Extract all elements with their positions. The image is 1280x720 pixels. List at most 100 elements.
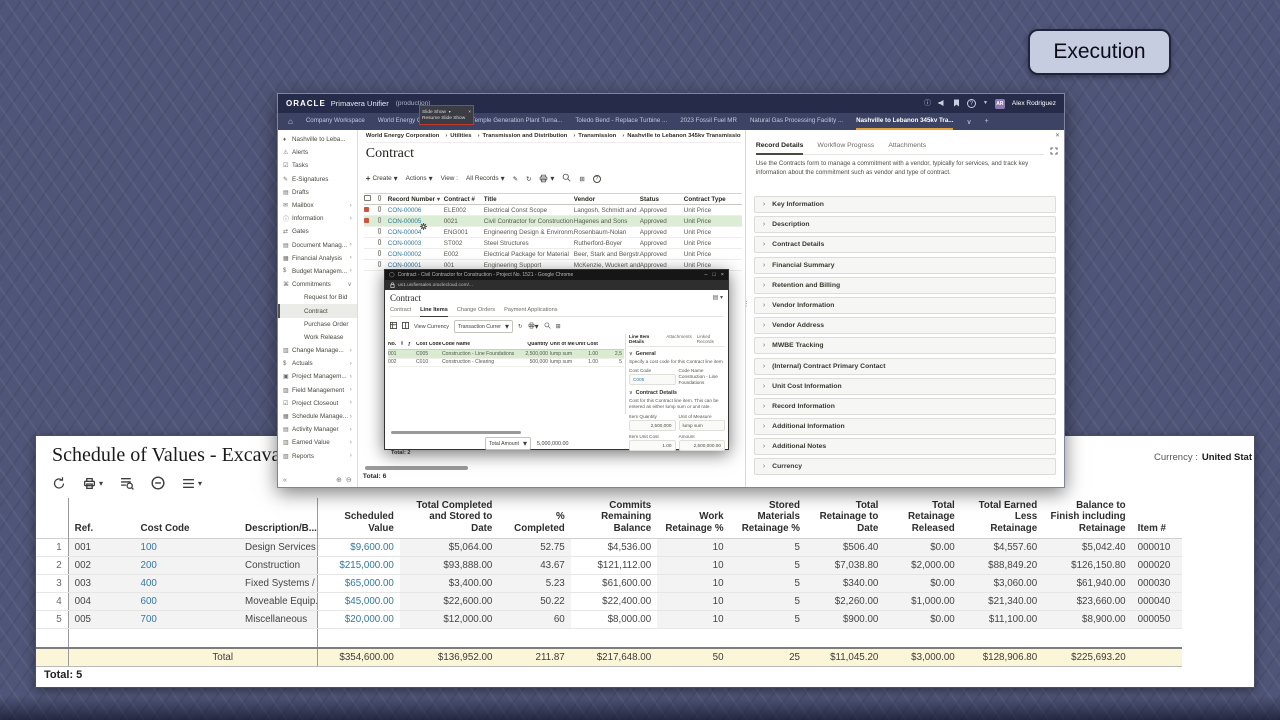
record-details-tab[interactable]: Workflow Progress <box>817 142 874 150</box>
sov-row[interactable]: 3 003 400 Fixed Systems / E... $65,000.0… <box>36 574 1182 592</box>
notifications-icon[interactable]: ⓘ <box>924 100 931 107</box>
find-in-table-button[interactable] <box>120 476 134 490</box>
print-button[interactable] <box>83 477 103 490</box>
breadcrumb-item[interactable]: Nashville to Lebanon 345kv Transmission … <box>627 133 741 139</box>
sov-header-retainage-released[interactable]: Total Retainage Released <box>884 498 960 538</box>
record-number-cell[interactable]: CON-00002 <box>388 251 444 258</box>
sidebar-item[interactable]: Contract <box>278 304 357 317</box>
sidebar-item[interactable]: ♦ Nashville to Leba... <box>278 133 357 146</box>
sidebar-item[interactable]: $ Budget Managem... › <box>278 265 357 278</box>
cost-code-link[interactable]: 200 <box>135 556 240 574</box>
record-details-tab[interactable]: Record Details <box>756 142 804 155</box>
help-caret-icon[interactable]: ▼ <box>983 101 988 106</box>
sov-header-work-retainage[interactable]: Work Retainage % <box>657 498 729 538</box>
sov-row[interactable]: 1 001 100 Design Services $9,600.00 $5,0… <box>36 538 1182 556</box>
help-icon[interactable]: ? <box>967 99 976 108</box>
edit-icon[interactable]: ✎ <box>513 175 518 183</box>
scheduled-value-cell[interactable]: $9,600.00 <box>317 538 399 556</box>
project-tab[interactable]: Temple Generation Plant Turna... <box>472 113 563 130</box>
bookmark-icon[interactable] <box>953 99 960 109</box>
collapse-sidebar-icon[interactable]: « <box>283 477 287 484</box>
grid-view-icon[interactable] <box>390 322 397 331</box>
maximize-icon[interactable]: □ <box>712 272 715 278</box>
contract-row[interactable]: CON-00003 ST002 Steel Structures Rutherf… <box>364 238 742 249</box>
search-icon[interactable] <box>562 173 571 184</box>
sov-header-scheduled-value[interactable]: Scheduled Value <box>317 498 399 538</box>
announcements-icon[interactable] <box>938 99 946 109</box>
zoom-in-icon[interactable]: ⊕ <box>336 476 342 484</box>
accordion-section[interactable]: Retention and Billing <box>754 277 1056 294</box>
item-quantity-field[interactable]: 2,500,000 <box>629 420 676 431</box>
cost-code-link[interactable]: 100 <box>135 538 240 556</box>
split-view-icon[interactable] <box>402 322 409 331</box>
record-number-cell[interactable]: CON-00001 <box>388 262 444 269</box>
grid-options-icon[interactable]: ⊞ <box>579 175 584 183</box>
sidebar-item[interactable]: ☑ Project Closeout › <box>278 397 357 410</box>
refresh-icon[interactable]: ↻ <box>526 175 531 183</box>
sov-header-item[interactable]: Item # <box>1132 498 1182 538</box>
actions-button[interactable]: Actions <box>406 174 433 183</box>
breadcrumb-item[interactable]: World Energy Corporation <box>366 133 448 139</box>
popup-tab[interactable]: Change Orders <box>457 307 495 313</box>
project-tab[interactable]: Natural Gas Processing Facility ... <box>750 113 843 130</box>
accordion-section[interactable]: Record Information <box>754 398 1056 415</box>
sidebar-item[interactable]: ▨ Field Management › <box>278 384 357 397</box>
sidebar-item[interactable]: ☑ Tasks <box>278 159 357 172</box>
cost-code-header[interactable]: Cost Code <box>416 342 442 348</box>
scheduled-value-cell[interactable]: $65,000.00 <box>317 574 399 592</box>
accordion-section[interactable]: Additional Notes <box>754 438 1056 455</box>
accordion-section[interactable]: Description <box>754 216 1056 233</box>
sidebar-item[interactable]: ⚠ Alerts <box>278 146 357 159</box>
popup-search-icon[interactable] <box>544 322 551 331</box>
accordion-section[interactable]: Currency <box>754 458 1056 475</box>
no-header[interactable]: No. <box>388 342 401 348</box>
sov-row[interactable]: 4 004 600 Moveable Equip... $45,000.00 $… <box>36 592 1182 610</box>
expand-panel-icon[interactable] <box>1050 142 1058 160</box>
amount-field[interactable]: 2,500,000.00 <box>679 440 726 451</box>
popup-refresh-icon[interactable]: ↻ <box>518 324 523 330</box>
scheduled-value-cell[interactable]: $45,000.00 <box>317 592 399 610</box>
popup-address-bar[interactable]: us1.unifiersales.oraclecloud.com/... <box>385 280 728 290</box>
tab-overflow-icon[interactable]: ∨ <box>966 118 971 126</box>
sov-header-pct-completed[interactable]: % Completed <box>498 498 570 538</box>
sidebar-item[interactable]: ▤ Document Manag... › <box>278 239 357 252</box>
breadcrumb-item[interactable]: Transmission and Distribution <box>483 133 576 139</box>
print-icon[interactable] <box>539 174 554 183</box>
panel-resize-handle[interactable]: ⋮ <box>743 300 750 308</box>
sidebar-item[interactable]: Purchase Order <box>278 318 357 331</box>
line-item-details-tab[interactable]: Linked Records <box>697 334 725 344</box>
contract-details-section-header[interactable]: Contract Details <box>629 390 725 396</box>
record-number-cell[interactable]: CON-00004 <box>388 229 444 236</box>
add-tab-icon[interactable]: + <box>985 118 989 125</box>
sidebar-item[interactable]: Work Release <box>278 331 357 344</box>
cost-code-field[interactable]: C005 <box>629 374 676 385</box>
uom-header[interactable]: Unit of Measure <box>550 342 575 348</box>
sidebar-item[interactable]: Request for Bid <box>278 291 357 304</box>
select-all-icon[interactable] <box>364 195 371 201</box>
sov-header-balance-to-finish[interactable]: Balance to Finish including Retainage <box>1043 498 1131 538</box>
status-header[interactable]: Status <box>640 196 684 203</box>
code-name-header[interactable]: Code Name <box>442 342 519 348</box>
sov-header-stored-materials[interactable]: Stored Materials Retainage % <box>730 498 806 538</box>
sidebar-item[interactable]: ▥ Earned Value › <box>278 436 357 449</box>
sov-header-earned-less-retainage[interactable]: Total Earned Less Retainage <box>961 498 1043 538</box>
vendor-header[interactable]: Vendor <box>574 196 640 203</box>
cost-code-link[interactable]: 700 <box>135 610 240 628</box>
accordion-section[interactable]: MWBE Tracking <box>754 337 1056 354</box>
accordion-section[interactable]: (Internal) Contract Primary Contact <box>754 358 1056 375</box>
sidebar-item[interactable]: ⌘ Commitments ∨ <box>278 278 357 291</box>
project-tab[interactable]: Company Workspace <box>306 113 365 130</box>
contract-row[interactable]: CON-00002 E002 Electrical Package for Ma… <box>364 249 742 260</box>
contract-type-header[interactable]: Contract Type <box>684 196 742 203</box>
cost-code-link[interactable]: 400 <box>135 574 240 592</box>
sidebar-item[interactable]: ⇄ Gates <box>278 225 357 238</box>
project-tab[interactable]: Nashville to Lebanon 345kv Tra... <box>856 113 953 130</box>
zoom-out-icon[interactable]: ⊖ <box>346 476 352 484</box>
sov-header-ref[interactable]: Ref. <box>68 498 134 538</box>
project-tab[interactable]: 2023 Fossil Fuel MR <box>680 113 737 130</box>
general-section-header[interactable]: General <box>629 351 725 357</box>
record-number-header[interactable]: Record Number <box>388 196 444 203</box>
create-button[interactable]: +Create <box>366 174 398 183</box>
accordion-section[interactable]: Contract Details <box>754 236 1056 253</box>
line-item-details-tab[interactable]: Line Item Details <box>629 334 661 344</box>
